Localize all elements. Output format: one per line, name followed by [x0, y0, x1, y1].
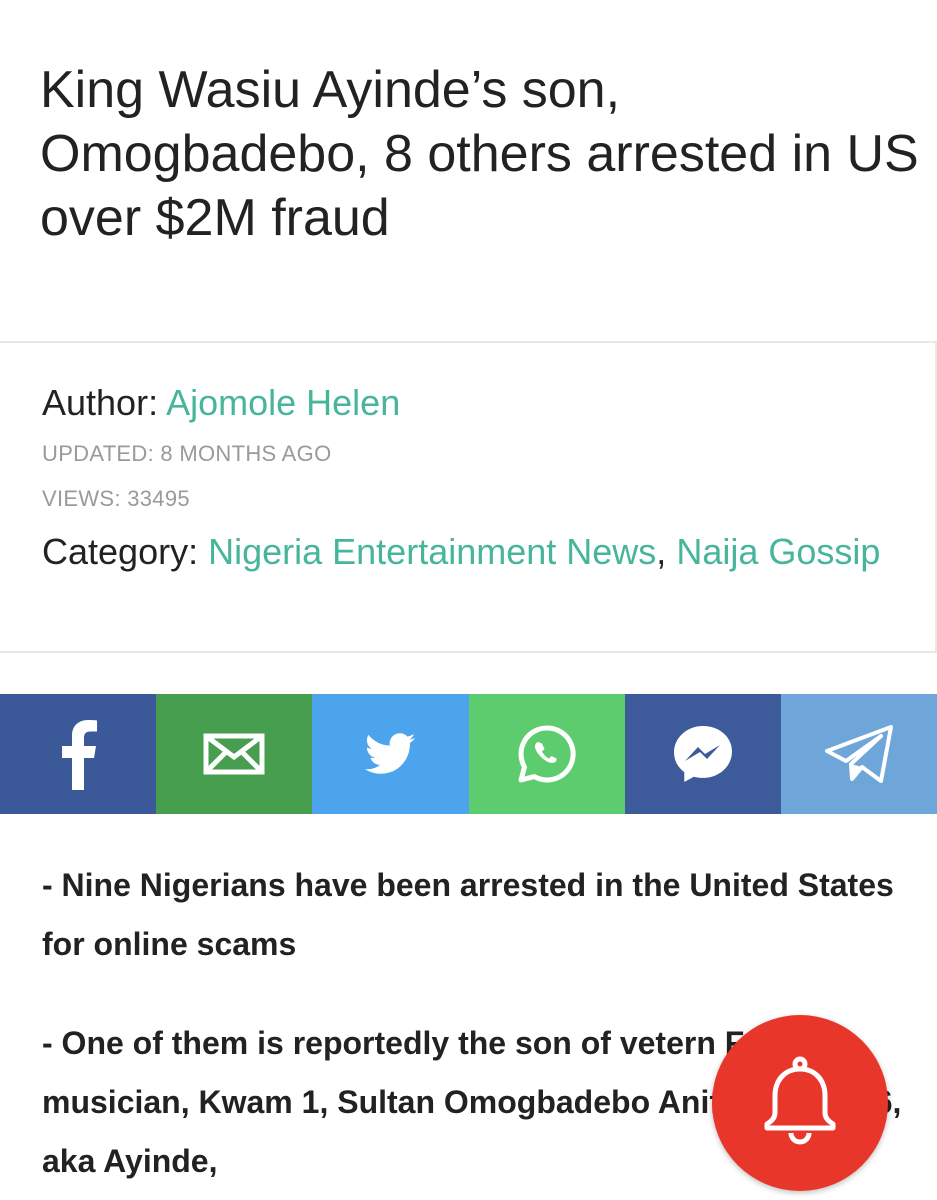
share-whatsapp-button[interactable]: [468, 694, 625, 814]
share-email-button[interactable]: [156, 694, 313, 814]
updated-text: UPDATED: 8 MONTHS AGO: [42, 441, 332, 466]
share-bar: [0, 694, 937, 814]
share-facebook-button[interactable]: [0, 694, 157, 814]
messenger-icon: [671, 723, 735, 785]
share-telegram-button[interactable]: [780, 694, 937, 814]
category-link-gossip[interactable]: Naija Gossip: [676, 531, 880, 572]
article-page: King Wasiu Ayinde’s son, Omogbadebo, 8 o…: [0, 0, 937, 1200]
whatsapp-icon: [516, 723, 578, 785]
article-title: King Wasiu Ayinde’s son, Omogbadebo, 8 o…: [40, 61, 919, 247]
author-line: Author: Ajomole Helen: [42, 381, 400, 425]
twitter-icon: [364, 733, 416, 775]
telegram-icon: [824, 724, 894, 784]
share-messenger-button[interactable]: [624, 694, 781, 814]
category-separator: ,: [656, 531, 667, 572]
facebook-icon: [58, 718, 98, 790]
category-label: Category:: [42, 531, 199, 572]
author-link[interactable]: Ajomole Helen: [166, 382, 400, 423]
category-link-entertainment[interactable]: Nigeria Entertainment News: [208, 531, 656, 572]
author-label: Author:: [42, 382, 159, 423]
summary-point: - Nine Nigerians have been arrested in t…: [42, 867, 894, 962]
bell-icon: [755, 1055, 845, 1152]
share-twitter-button[interactable]: [312, 694, 469, 814]
notification-bell-button[interactable]: [712, 1015, 888, 1191]
email-icon: [203, 733, 265, 775]
views-count: VIEWS: 33495: [42, 486, 190, 511]
article-meta-box: Author: Ajomole Helen UPDATED: 8 MONTHS …: [0, 341, 937, 653]
category-line: Category: Nigeria Entertainment News, Na…: [42, 533, 902, 571]
